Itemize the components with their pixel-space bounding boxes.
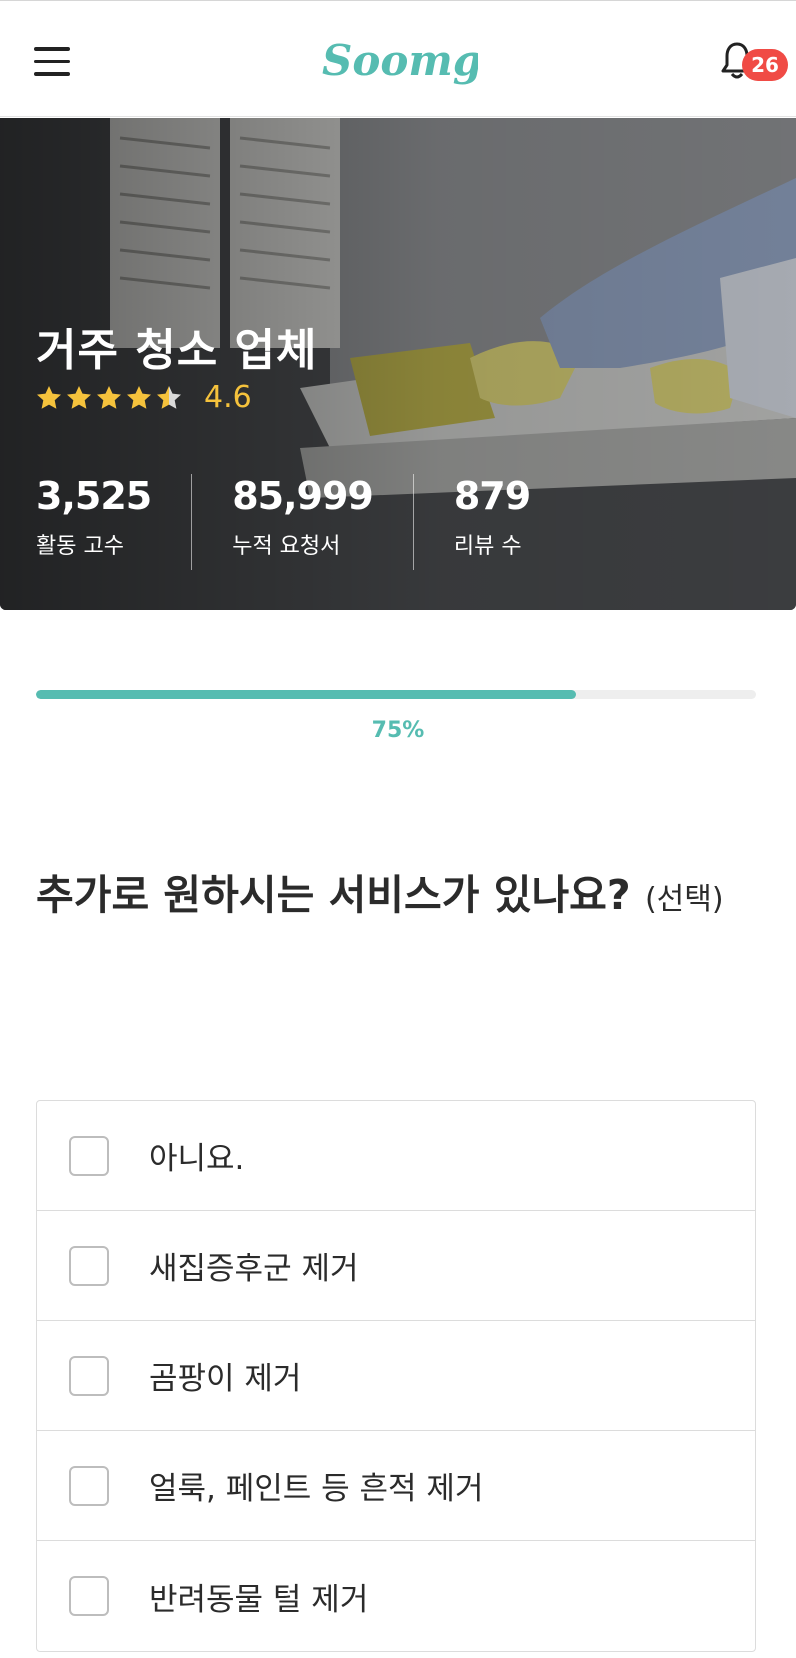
stat-number: 3,525 [36, 474, 152, 518]
stat-active-pros: 3,525 활동 고수 [36, 474, 193, 570]
soomgo-logo[interactable]: Soomgo [318, 27, 510, 97]
question-heading: 추가로 원하시는 서비스가 있나요? (선택) [36, 850, 766, 945]
option-item[interactable]: 반려동물 털 제거 [37, 1541, 755, 1651]
service-title: 거주 청소 업체 [36, 325, 318, 376]
stats-row: 3,525 활동 고수 85,999 누적 요청서 879 리뷰 수 [36, 474, 610, 570]
stat-number: 85,999 [232, 474, 374, 518]
option-item[interactable]: 얼룩, 페인트 등 흔적 제거 [37, 1431, 755, 1541]
star-icon [37, 385, 61, 409]
stat-total-requests: 85,999 누적 요청서 [232, 474, 414, 570]
progress-bar [36, 690, 756, 699]
star-icon [157, 385, 181, 409]
option-label: 반려동물 털 제거 [149, 1581, 369, 1618]
star-icon [127, 385, 151, 409]
options-list: 아니요. 새집증후군 제거 곰팡이 제거 얼룩, 페인트 등 흔적 제거 반려동… [36, 1100, 756, 1652]
question-optional-note: (선택) [644, 882, 724, 917]
option-item[interactable]: 새집증후군 제거 [37, 1211, 755, 1321]
option-label: 새집증후군 제거 [149, 1251, 359, 1287]
checkbox-icon[interactable] [69, 1465, 109, 1506]
rating-value: 4.6 [204, 380, 252, 415]
question-text: 추가로 원하시는 서비스가 있나요? [36, 871, 631, 919]
hero-banner: 거주 청소 업체 4.6 3,525 활동 고수 85,999 누적 요청서 8… [0, 118, 796, 610]
progress-bar-fill [36, 690, 576, 699]
star-icon [67, 385, 91, 409]
notification-count-badge: 26 [742, 49, 788, 81]
app-header: Soomgo 26 [0, 0, 796, 117]
stat-label: 리뷰 수 [453, 534, 522, 559]
checkbox-icon[interactable] [69, 1576, 109, 1616]
progress-percent-label: 75% [371, 718, 425, 743]
rating-row: 4.6 [36, 380, 252, 415]
notification-bell-button[interactable]: 26 [720, 41, 790, 91]
stat-label: 활동 고수 [36, 534, 124, 559]
option-item[interactable]: 아니요. [37, 1101, 755, 1211]
star-rating [36, 385, 186, 411]
checkbox-icon[interactable] [69, 1245, 109, 1286]
option-label: 아니요. [149, 1141, 245, 1177]
option-label: 얼룩, 페인트 등 흔적 제거 [149, 1471, 484, 1507]
svg-text:Soomgo: Soomgo [322, 36, 478, 85]
stat-label: 누적 요청서 [232, 534, 341, 559]
option-item[interactable]: 곰팡이 제거 [37, 1321, 755, 1431]
checkbox-icon[interactable] [69, 1355, 109, 1396]
option-label: 곰팡이 제거 [149, 1361, 302, 1397]
stat-review-count: 879 리뷰 수 [454, 474, 570, 570]
star-icon [97, 385, 121, 409]
checkbox-icon[interactable] [69, 1135, 109, 1176]
hamburger-menu-icon[interactable] [34, 47, 74, 81]
stat-number: 879 [453, 474, 531, 518]
